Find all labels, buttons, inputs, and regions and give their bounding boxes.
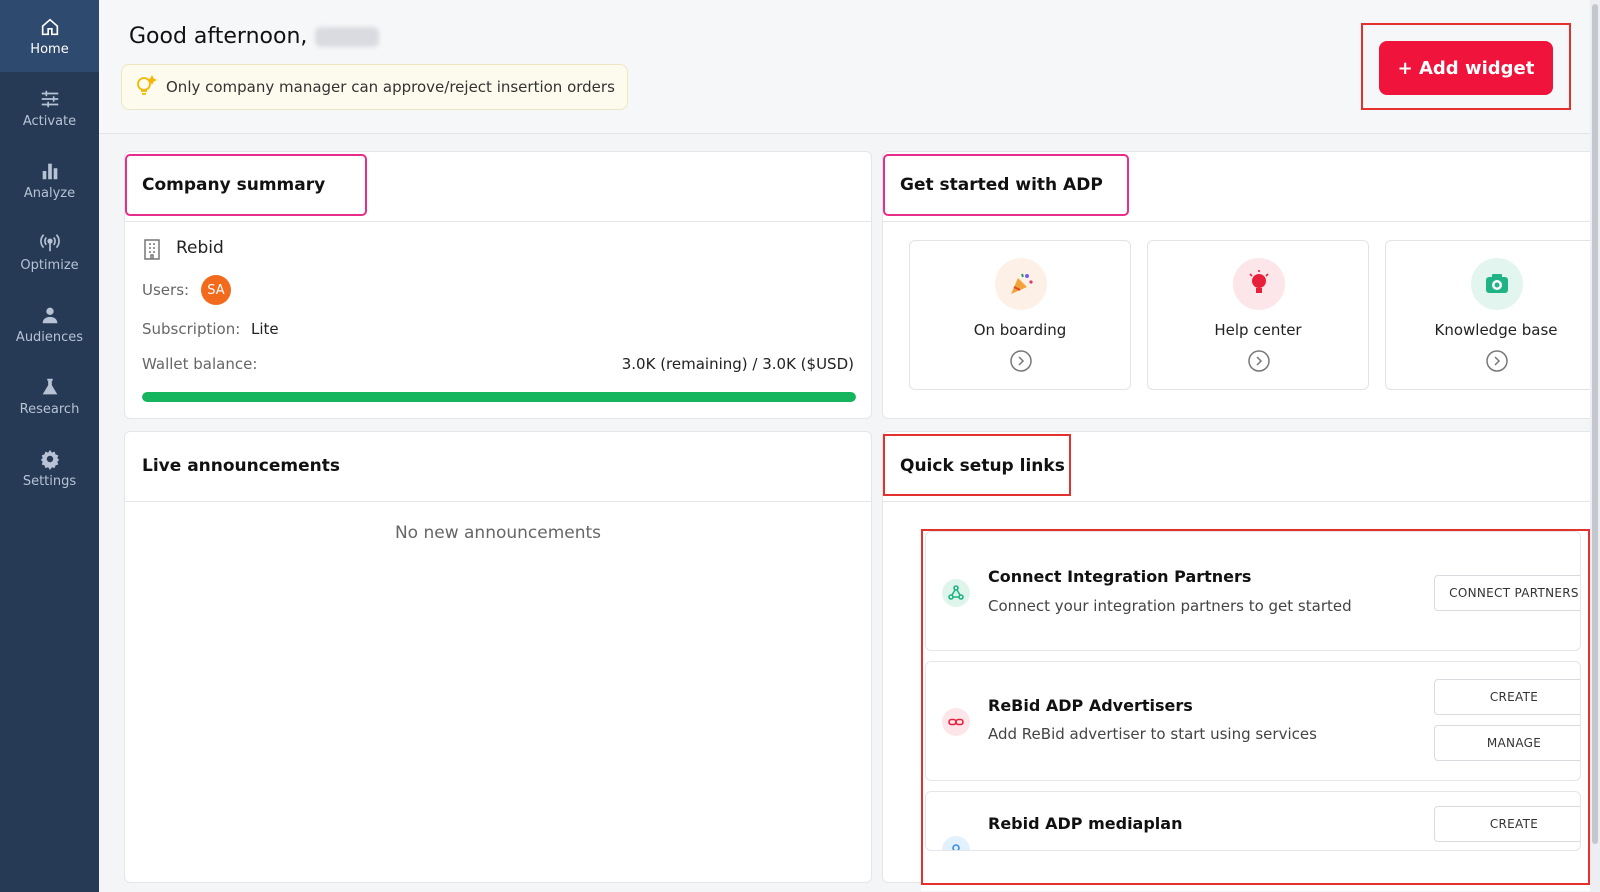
nav-settings[interactable]: Settings xyxy=(0,432,99,504)
building-icon xyxy=(144,239,160,260)
wallet-value: 3.0K (remaining) / 3.0K ($USD) xyxy=(621,355,854,373)
users-icon xyxy=(42,307,57,323)
live-announcements-title: Live announcements xyxy=(142,456,340,476)
nav-label: Settings xyxy=(22,473,77,489)
lightbulb-icon xyxy=(137,74,158,95)
quick-setup-title: Quick setup links xyxy=(900,456,1065,476)
page-scrollbar[interactable] xyxy=(1590,0,1600,892)
company-name: Rebid xyxy=(176,238,224,258)
flask-icon xyxy=(42,378,57,394)
subscription-label: Subscription: xyxy=(142,320,241,338)
notice-text: Only company manager can approve/reject … xyxy=(166,78,615,96)
empty-announcements-text: No new announcements xyxy=(394,523,602,543)
card-header: Company summary xyxy=(125,152,871,222)
tile-label: Help center xyxy=(1214,321,1302,339)
tile-knowledge-base[interactable]: Knowledge base xyxy=(1385,240,1600,390)
nav-audiences[interactable]: Audiences xyxy=(0,288,99,360)
wallet-progress-fill xyxy=(142,392,856,402)
chevron-right-circle-icon[interactable] xyxy=(1486,350,1508,372)
card-header: Live announcements xyxy=(125,432,871,502)
sidebar: Home Activate Analyze Optimize Audiences… xyxy=(0,0,99,892)
home-icon xyxy=(41,18,58,35)
card-header: Get started with ADP xyxy=(883,152,1600,222)
nav-label: Home xyxy=(30,41,69,57)
tile-onboarding[interactable]: On boarding xyxy=(909,240,1131,390)
page-header: Good afternoon, Only company manager can… xyxy=(99,0,1589,134)
user-name-redacted xyxy=(315,26,380,47)
tile-label: Knowledge base xyxy=(1434,321,1558,339)
nav-research[interactable]: Research xyxy=(0,360,99,432)
card-header: Quick setup links xyxy=(883,432,1600,502)
company-summary-card: Company summary Rebid Users: SA Subscrip… xyxy=(124,151,872,419)
gear-icon xyxy=(40,449,59,470)
nav-label: Activate xyxy=(22,113,77,129)
lightbulb-icon xyxy=(1233,258,1285,310)
quick-setup-highlight xyxy=(921,529,1590,885)
nav-home[interactable]: Home xyxy=(0,0,99,72)
company-summary-title: Company summary xyxy=(142,175,326,195)
camera-icon xyxy=(1471,258,1523,310)
add-widget-button[interactable]: + Add widget xyxy=(1379,41,1553,95)
nav-optimize[interactable]: Optimize xyxy=(0,216,99,288)
nav-label: Optimize xyxy=(20,257,79,273)
nav-label: Audiences xyxy=(15,329,84,345)
bar-chart-icon xyxy=(42,163,57,179)
nav-activate[interactable]: Activate xyxy=(0,72,99,144)
broadcast-icon xyxy=(39,233,60,251)
nav-analyze[interactable]: Analyze xyxy=(0,144,99,216)
live-announcements-card: Live announcements No new announcements xyxy=(124,431,872,883)
users-label: Users: xyxy=(142,281,190,299)
sliders-icon xyxy=(41,90,58,107)
get-started-card: Get started with ADP On boarding Help ce… xyxy=(882,151,1600,419)
wallet-progress-bar xyxy=(142,392,856,402)
scrollbar-thumb[interactable] xyxy=(1592,4,1598,844)
chevron-right-circle-icon[interactable] xyxy=(1010,350,1032,372)
party-popper-icon xyxy=(995,258,1047,310)
wallet-label: Wallet balance: xyxy=(142,355,258,373)
avatar[interactable]: SA xyxy=(201,275,231,305)
greeting-text: Good afternoon, xyxy=(129,24,308,49)
nav-label: Analyze xyxy=(23,185,76,201)
tile-label: On boarding xyxy=(973,321,1067,339)
get-started-title: Get started with ADP xyxy=(900,175,1103,195)
subscription-value: Lite xyxy=(251,320,279,338)
tile-help-center[interactable]: Help center xyxy=(1147,240,1369,390)
greeting: Good afternoon, xyxy=(129,24,380,49)
chevron-right-circle-icon[interactable] xyxy=(1248,350,1270,372)
nav-label: Research xyxy=(19,401,80,417)
manager-notice: Only company manager can approve/reject … xyxy=(121,64,628,110)
